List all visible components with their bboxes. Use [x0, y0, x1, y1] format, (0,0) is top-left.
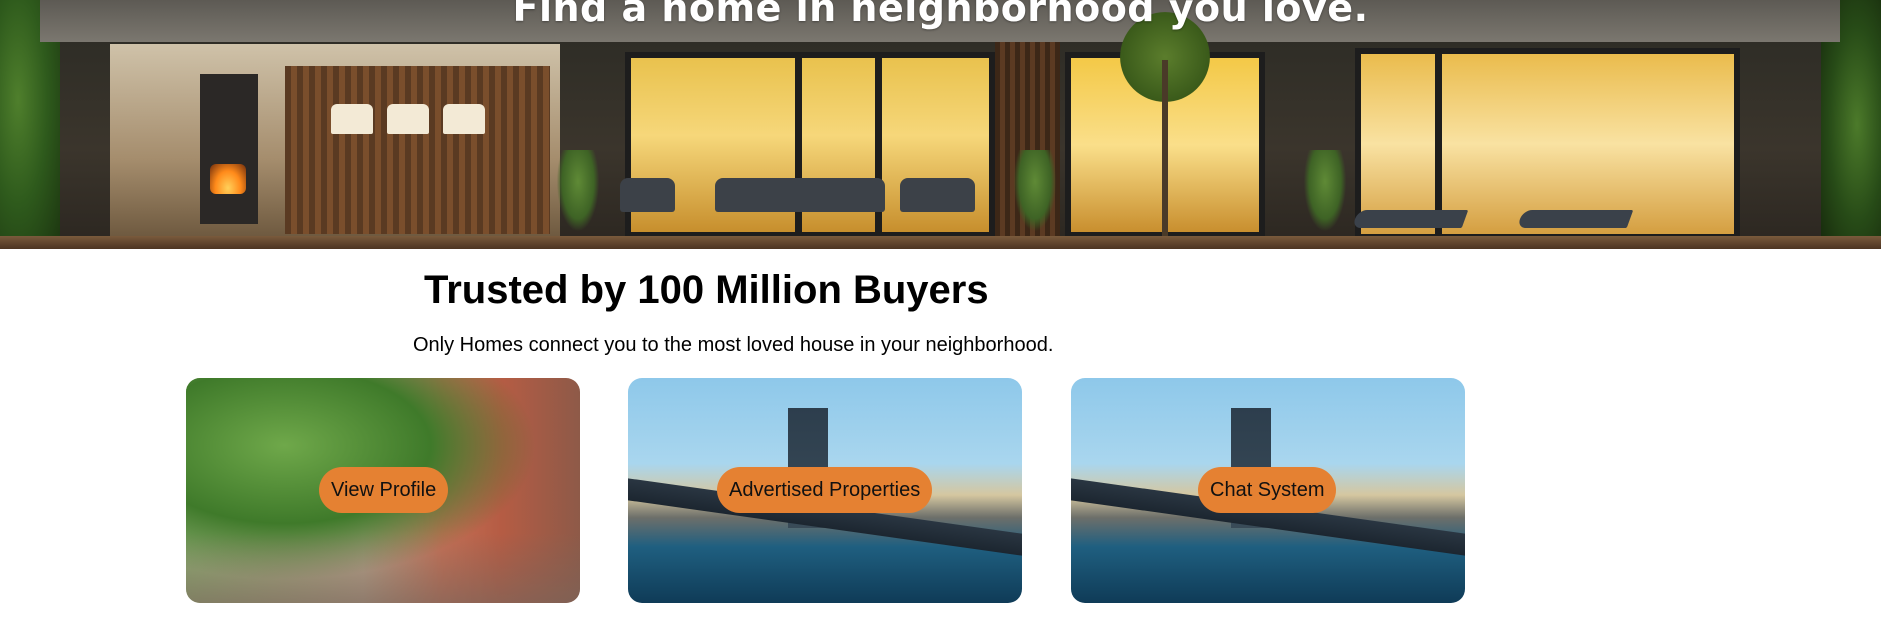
hero-sofa	[715, 178, 885, 212]
hero-fireplace	[200, 74, 258, 224]
hero-deck	[0, 236, 1881, 249]
hero-planter	[1300, 150, 1350, 240]
hero-banner: Find a home in neighborhood you love.	[0, 0, 1881, 249]
hero-planter	[1010, 150, 1060, 240]
hero-wood-wall	[285, 66, 550, 234]
hero-lounger	[1516, 210, 1634, 228]
feature-card-view-profile: View Profile	[186, 378, 580, 603]
feature-card-chat-system: Chat System	[1071, 378, 1465, 603]
hero-title: Find a home in neighborhood you love.	[512, 0, 1369, 30]
advertised-properties-button[interactable]: Advertised Properties	[717, 467, 933, 513]
feature-card-advertised-properties: Advertised Properties	[628, 378, 1022, 603]
hero-fire	[210, 164, 246, 194]
hero-pendant-lamp	[443, 104, 485, 134]
hero-planter	[553, 150, 603, 240]
section-title: Trusted by 100 Million Buyers	[424, 268, 989, 312]
hero-lounger	[1351, 210, 1469, 228]
hero-pendant-lamp	[331, 104, 373, 134]
hero-armchair	[900, 178, 975, 212]
hero-tree-trunk	[1162, 60, 1168, 240]
hero-armchair	[620, 178, 675, 212]
hero-dining-area	[110, 44, 560, 236]
view-profile-button[interactable]: View Profile	[319, 467, 449, 513]
chat-system-button[interactable]: Chat System	[1198, 467, 1337, 513]
section-subtitle: Only Homes connect you to the most loved…	[413, 334, 1054, 356]
hero-pendant-lamp	[387, 104, 429, 134]
